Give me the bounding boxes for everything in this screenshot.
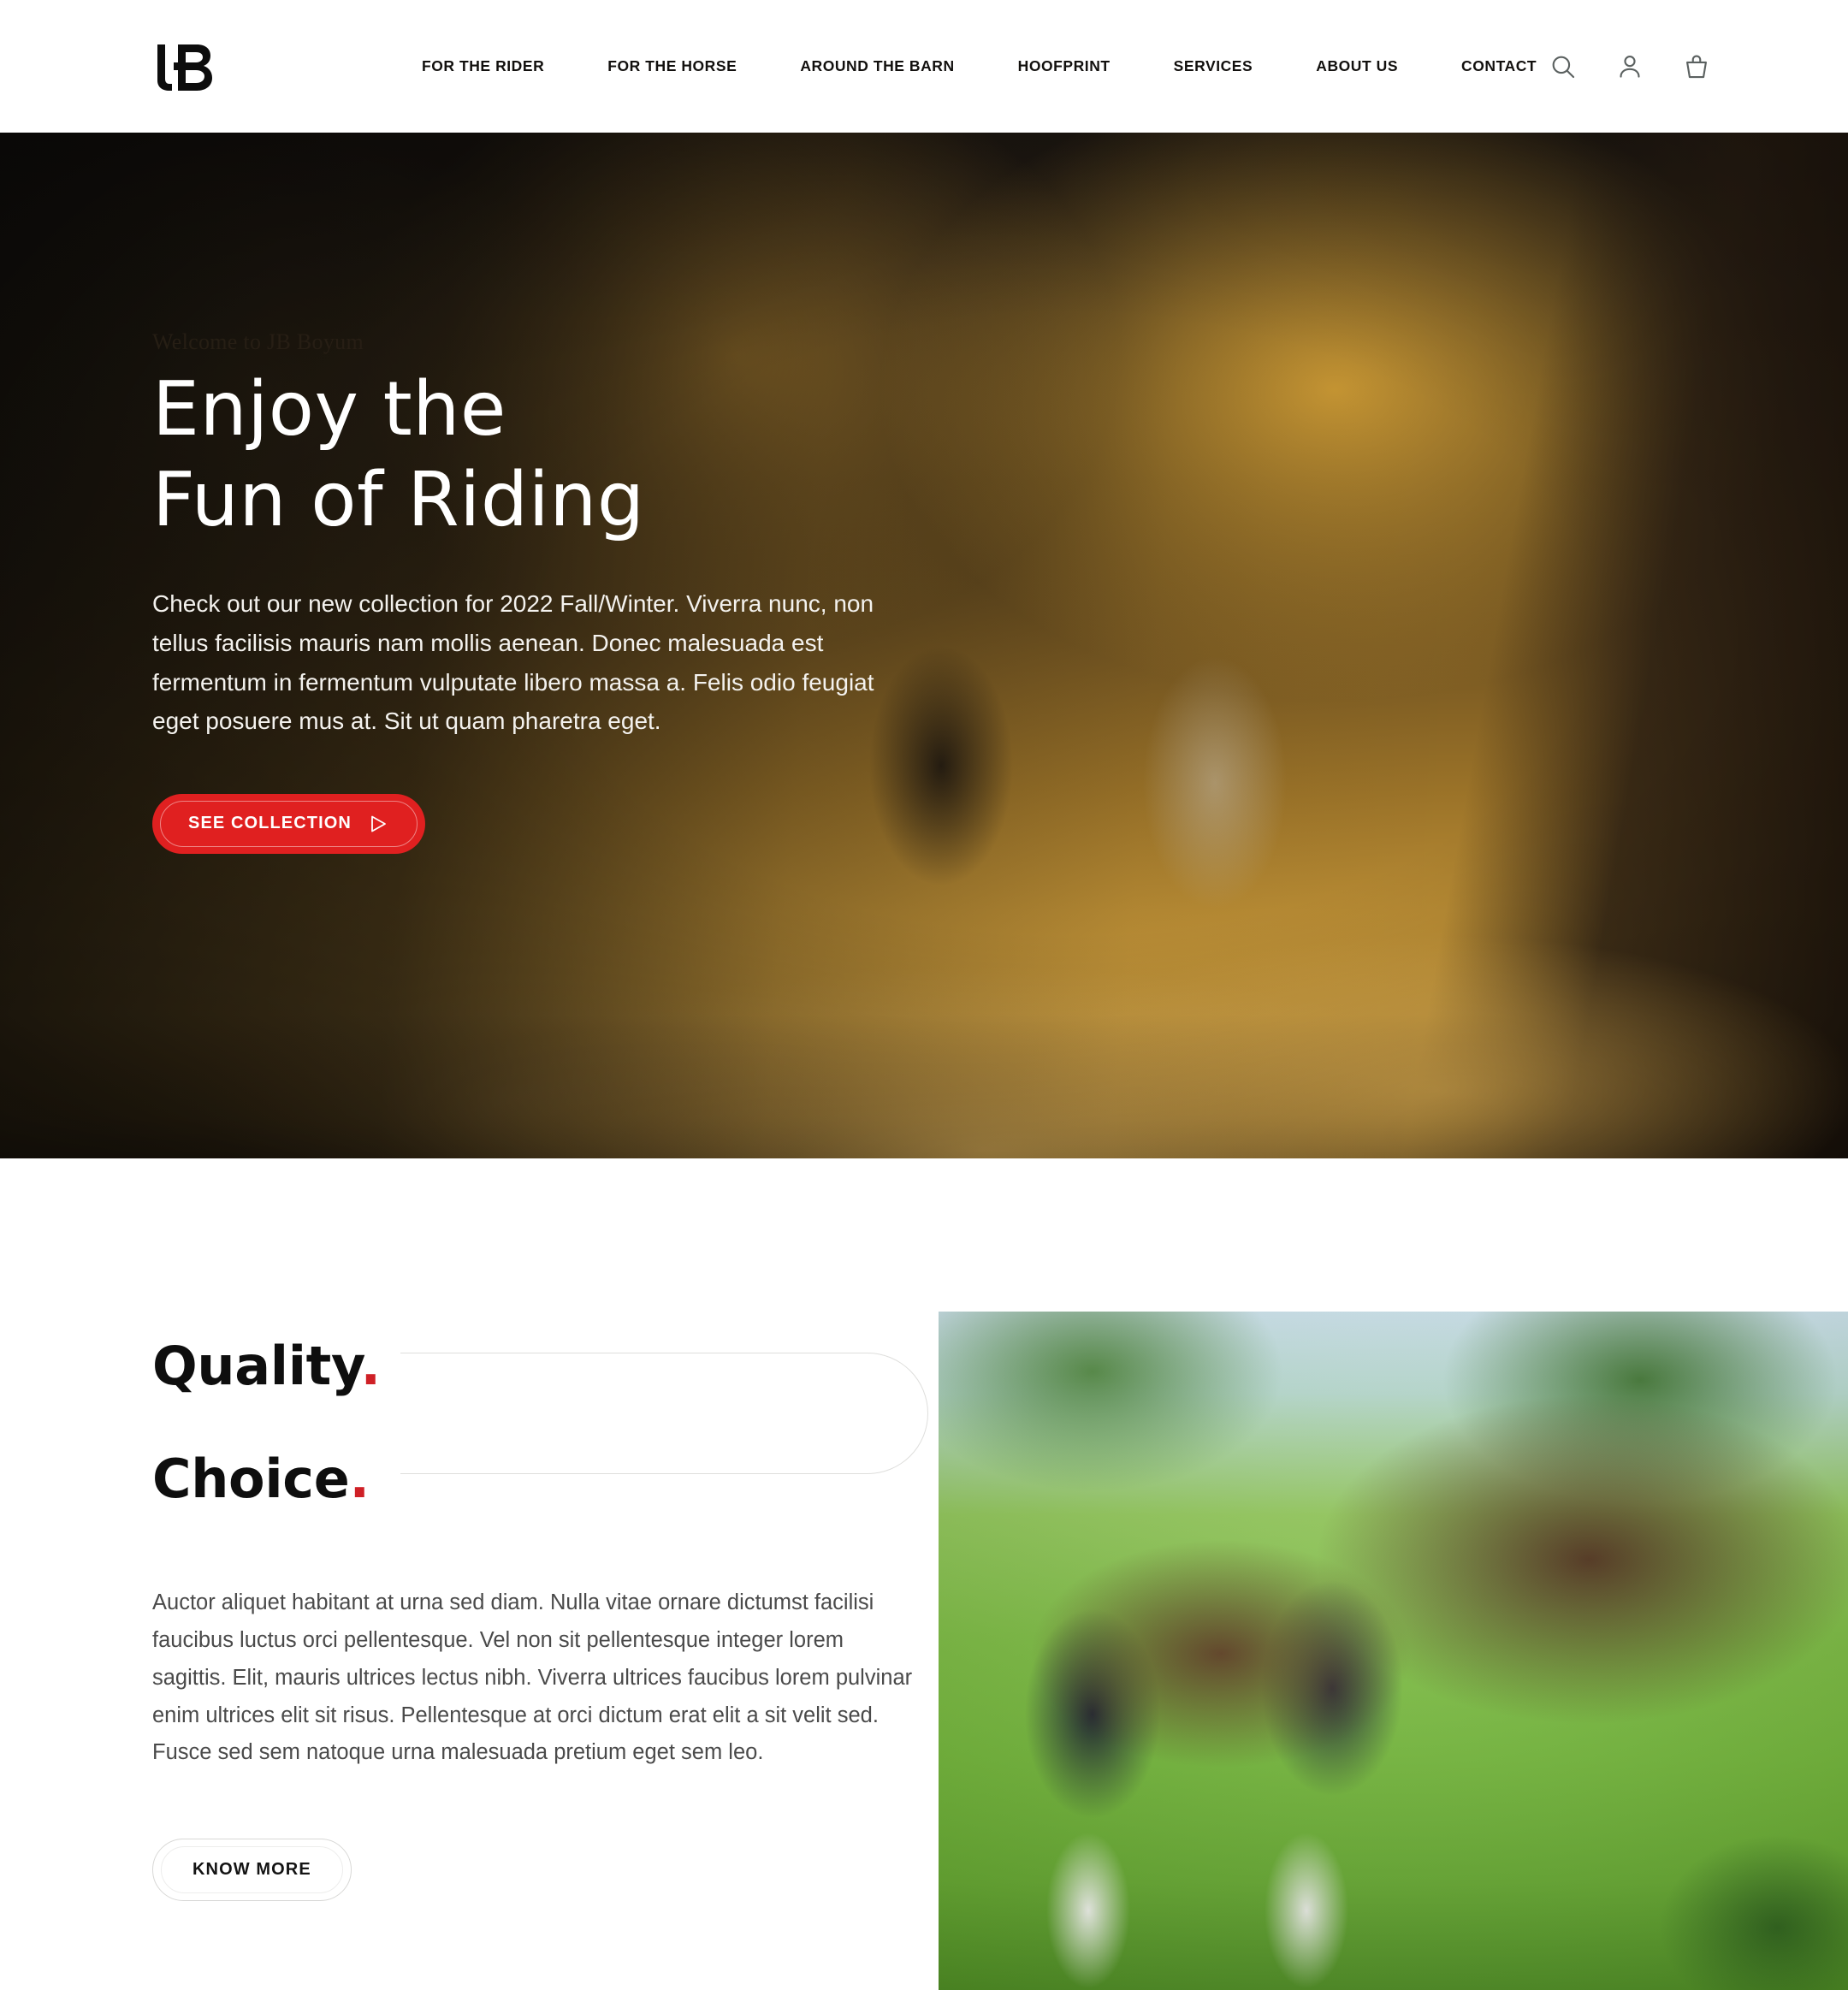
play-triangle-icon <box>367 813 389 835</box>
hero-eyebrow: Welcome to JB Boyum <box>152 329 364 354</box>
hero-content: Welcome to JB Boyum Enjoy the Fun of Rid… <box>152 329 922 854</box>
hero-section: Welcome to JB Boyum Enjoy the Fun of Rid… <box>0 133 1848 1158</box>
nav-item-services[interactable]: SERVICES <box>1174 49 1253 84</box>
hero-title-line-1: Enjoy the <box>152 365 506 453</box>
feature-image-soft-light <box>939 1312 1848 1990</box>
nav-item-about-us[interactable]: ABOUT US <box>1316 49 1398 84</box>
feature-kicker-quality-text: Quality <box>152 1335 361 1397</box>
nav-item-for-the-horse[interactable]: FOR THE HORSE <box>607 49 737 84</box>
feature-headline-group: Quality. Choice. <box>152 1340 928 1506</box>
hero-title: Enjoy the Fun of Riding <box>152 364 922 545</box>
feature-image <box>939 1312 1848 1990</box>
see-collection-label: SEE COLLECTION <box>188 814 352 833</box>
nav-item-hoofprint[interactable]: HOOFPRINT <box>1018 49 1111 84</box>
nav-item-contact[interactable]: CONTACT <box>1461 49 1537 84</box>
jb-logo-icon <box>157 44 212 91</box>
feature-kicker-choice-text: Choice <box>152 1448 350 1510</box>
account-icon[interactable] <box>1615 52 1644 81</box>
header-actions <box>1549 0 1711 133</box>
feature-kicker-quality: Quality. <box>152 1340 381 1393</box>
see-collection-button[interactable]: SEE COLLECTION <box>152 793 425 854</box>
nav-item-around-the-barn[interactable]: AROUND THE BARN <box>800 49 954 84</box>
feature-kicker-quality-dot: . <box>360 1335 381 1397</box>
jb-logo[interactable] <box>152 43 219 92</box>
feature-kicker-choice: Choice. <box>152 1453 370 1506</box>
hero-description: Check out our new collection for 2022 Fa… <box>152 590 874 735</box>
know-more-button[interactable]: KNOW MORE <box>152 1839 352 1902</box>
hero-title-line-2: Fun of Riding <box>152 456 645 544</box>
feature-kicker-choice-dot: . <box>349 1448 370 1510</box>
site-header: FOR THE RIDER FOR THE HORSE AROUND THE B… <box>0 0 1848 133</box>
search-icon[interactable] <box>1549 52 1578 81</box>
feature-description: Auctor aliquet habitant at urna sed diam… <box>152 1590 913 1765</box>
know-more-label: KNOW MORE <box>192 1860 311 1880</box>
feature-text-column: Quality. Choice. Auctor aliquet habitant… <box>152 1340 928 1902</box>
cart-icon[interactable] <box>1682 52 1711 81</box>
nav-item-for-the-rider[interactable]: FOR THE RIDER <box>422 49 544 84</box>
decorative-bracket-shape <box>400 1353 928 1474</box>
main-navigation: FOR THE RIDER FOR THE HORSE AROUND THE B… <box>422 0 1537 133</box>
